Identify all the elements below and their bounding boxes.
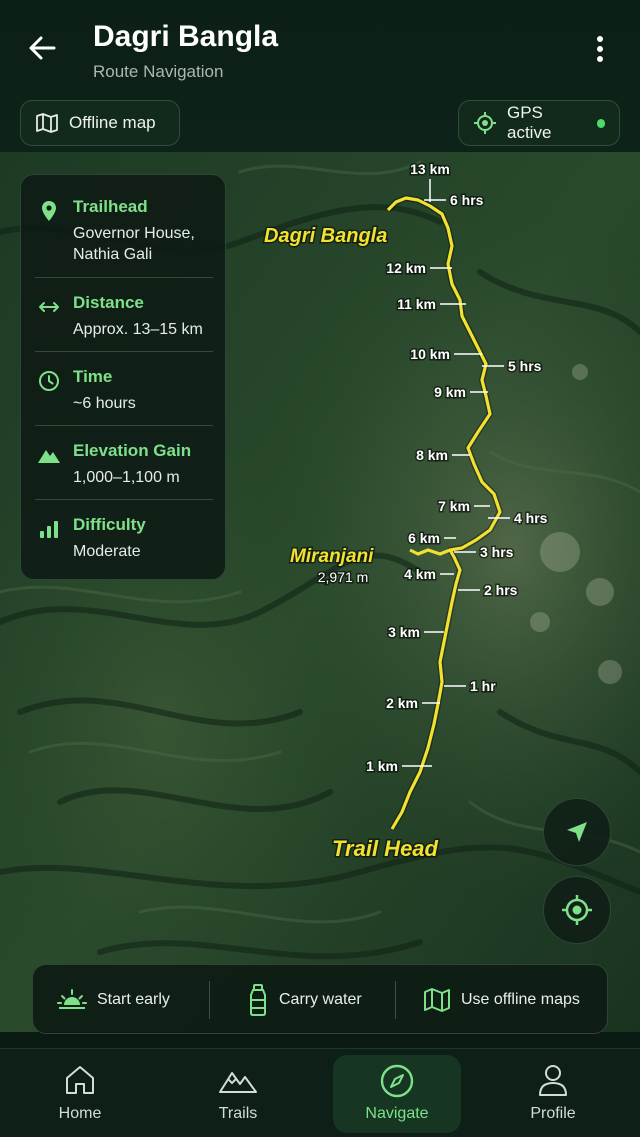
bottom-nav: Home Trails Navigate Profile (0, 1048, 640, 1137)
tip-offline-maps: Use offline maps (423, 965, 580, 1035)
page-title: Dagri Bangla (93, 20, 279, 53)
tip-start-early: Start early (57, 965, 170, 1035)
clock-icon (39, 371, 59, 391)
gps-status-dot (596, 118, 605, 128)
nav-profile-label: Profile (530, 1105, 576, 1122)
time-label: Time (73, 367, 113, 386)
route-marker-label: 5 hrs (508, 358, 542, 374)
route-marker-label: 9 km (434, 384, 466, 400)
location-pin-icon (42, 201, 56, 221)
elevation-row: Elevation Gain 1,000–1,100 m (21, 441, 225, 488)
route-marker-label: 6 hrs (450, 192, 484, 208)
mountains-icon (174, 1063, 302, 1099)
nav-trails-label: Trails (218, 1105, 258, 1122)
tip-start-early-label: Start early (97, 991, 170, 1008)
info-divider (35, 277, 213, 278)
recenter-button[interactable] (543, 876, 611, 944)
route-marker-label: 1 hr (470, 678, 496, 694)
place-label: Miranjani (290, 546, 374, 567)
compass-icon (333, 1063, 461, 1099)
tip-divider (209, 981, 210, 1019)
route-marker-label: 4 hrs (514, 510, 548, 526)
info-divider (35, 425, 213, 426)
distance-row: Distance Approx. 13–15 km (21, 293, 225, 340)
nav-navigate[interactable]: Navigate (333, 1055, 461, 1133)
tip-carry-water: Carry water (247, 965, 362, 1035)
more-vertical-icon[interactable] (586, 34, 614, 64)
signal-bars-icon (40, 521, 58, 538)
app-header: Dagri Bangla Route Navigation Offline ma… (0, 0, 640, 152)
map-icon (35, 111, 59, 135)
distance-value: Approx. 13–15 km (73, 321, 203, 338)
navigate-arrow-button[interactable] (543, 798, 611, 866)
distance-arrows-icon (39, 302, 59, 312)
route-info-card: Trailhead Governor House, Nathia Gali Di… (20, 174, 226, 580)
route-spur-miranjani (409, 548, 451, 556)
elevation-label: Elevation Gain (73, 441, 192, 460)
water-bottle-icon (247, 984, 269, 1016)
back-arrow-icon[interactable] (24, 30, 60, 66)
route-marker-label: 3 km (388, 624, 420, 640)
nav-profile[interactable]: Profile (489, 1055, 617, 1133)
crosshair-icon (562, 895, 592, 925)
route-marker-label: 3 hrs (480, 544, 514, 560)
tip-divider (395, 981, 396, 1019)
difficulty-row: Difficulty Moderate (21, 515, 225, 562)
trailhead-label: Trailhead (73, 197, 148, 216)
trailhead-value-line1: Governor House, (73, 225, 195, 242)
offline-map-button[interactable]: Offline map (20, 100, 180, 146)
info-divider (35, 499, 213, 500)
crosshair-icon (473, 111, 497, 135)
time-value: ~6 hours (73, 395, 136, 412)
route-marker-label: 8 km (416, 447, 448, 463)
place-label: Dagri Bangla (264, 225, 387, 247)
route-marker-label: 13 km (410, 161, 450, 177)
difficulty-value: Moderate (73, 543, 141, 560)
route-marker-label: 7 km (438, 498, 470, 514)
route-marker-label: 2 km (386, 695, 418, 711)
tip-carry-water-label: Carry water (279, 991, 362, 1008)
route-marker-label: 4 km (404, 566, 436, 582)
distance-label: Distance (73, 293, 144, 312)
nav-home-label: Home (58, 1105, 102, 1122)
trailhead-value-line2: Nathia Gali (73, 246, 153, 263)
trailhead-value: Governor House, Nathia Gali (73, 223, 225, 265)
gps-status-button[interactable]: GPS active (458, 100, 620, 146)
route-marker-label: 12 km (386, 260, 426, 276)
nav-navigate-label: Navigate (365, 1105, 429, 1122)
nav-trails[interactable]: Trails (174, 1055, 302, 1133)
mountain-icon (38, 450, 60, 463)
nav-home[interactable]: Home (16, 1055, 144, 1133)
navigation-arrow-icon (567, 822, 587, 842)
route-marker-label: 2 hrs (484, 582, 518, 598)
page-subtitle: Route Navigation (93, 62, 224, 81)
user-icon (489, 1063, 617, 1099)
time-row: Time ~6 hours (21, 367, 225, 414)
route-marker-label: 1 km (366, 758, 398, 774)
route-marker-label: 2,971 m (318, 569, 369, 585)
offline-map-label: Offline map (69, 113, 156, 132)
place-label: Trail Head (332, 836, 439, 861)
route-marker-label: 6 km (408, 530, 440, 546)
map-icon (423, 987, 451, 1013)
tip-offline-maps-label: Use offline maps (461, 991, 580, 1008)
trailhead-row: Trailhead Governor House, Nathia Gali (21, 197, 225, 265)
elevation-value: 1,000–1,100 m (73, 469, 180, 486)
route-marker-label: 10 km (410, 346, 450, 362)
sunrise-icon (57, 987, 87, 1013)
difficulty-label: Difficulty (73, 515, 146, 534)
home-icon (16, 1063, 144, 1099)
info-divider (35, 351, 213, 352)
gps-label: GPS active (507, 103, 552, 142)
tips-bar: Start early Carry water Use offline maps (32, 964, 608, 1034)
route-marker-label: 11 km (397, 296, 436, 312)
